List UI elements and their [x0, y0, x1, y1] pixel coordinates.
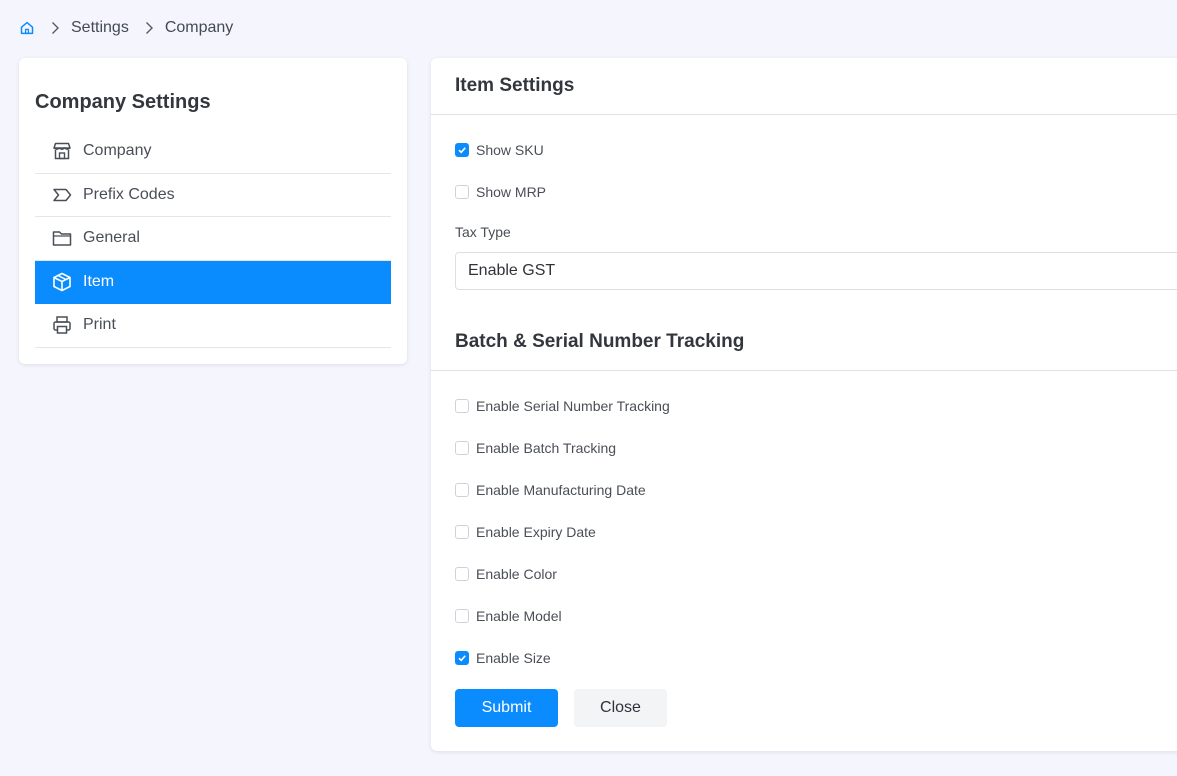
close-button[interactable]: Close	[574, 689, 667, 727]
checkbox-label: Enable Manufacturing Date	[476, 482, 646, 498]
checkbox-unchecked-icon[interactable]	[455, 441, 469, 455]
item-settings-panel: Item Settings Show SKU Show MRP Tax Type…	[431, 58, 1177, 751]
color-checkbox[interactable]: Enable Color	[455, 564, 557, 584]
tracking-title: Batch & Serial Number Tracking	[455, 331, 745, 352]
checkbox-label: Enable Model	[476, 608, 562, 624]
checkbox-label: Show MRP	[476, 184, 547, 200]
checkbox-checked-icon[interactable]	[455, 651, 469, 665]
divider	[431, 370, 1177, 371]
folder-icon	[51, 227, 73, 249]
tag-icon	[51, 184, 73, 206]
breadcrumb-company: Company	[164, 19, 234, 36]
checkbox-label: Enable Expiry Date	[476, 524, 596, 540]
breadcrumb-settings[interactable]: Settings	[71, 19, 129, 37]
checkbox-label: Show SKU	[476, 142, 544, 158]
sidebar-item-label: Item	[83, 272, 115, 290]
batch-tracking-checkbox[interactable]: Enable Batch Tracking	[455, 438, 616, 458]
settings-sidebar: Company Settings Company Prefix Codes Ge…	[19, 58, 407, 364]
tax-type-select[interactable]: Enable GST	[455, 252, 1177, 290]
tax-type-label: Tax Type	[455, 224, 511, 240]
size-checkbox[interactable]: Enable Size	[455, 648, 551, 668]
chevron-right-icon	[141, 20, 157, 36]
checkbox-unchecked-icon[interactable]	[455, 609, 469, 623]
checkbox-unchecked-icon[interactable]	[455, 483, 469, 497]
model-checkbox[interactable]: Enable Model	[455, 606, 562, 626]
checkbox-unchecked-icon[interactable]	[455, 567, 469, 581]
breadcrumb: Settings Company	[19, 17, 233, 39]
checkbox-checked-icon[interactable]	[455, 143, 469, 157]
sidebar-item-label: General	[83, 229, 140, 247]
sidebar-item-item[interactable]: Item	[35, 260, 391, 304]
submit-button[interactable]: Submit	[455, 689, 558, 727]
checkbox-unchecked-icon[interactable]	[455, 525, 469, 539]
store-icon	[51, 140, 73, 162]
sidebar-item-company[interactable]: Company	[35, 130, 391, 174]
checkbox-label: Enable Batch Tracking	[476, 440, 617, 456]
show-mrp-checkbox[interactable]: Show MRP	[455, 182, 546, 202]
checkbox-unchecked-icon[interactable]	[455, 399, 469, 413]
sidebar-item-general[interactable]: General	[35, 217, 391, 261]
sidebar-item-prefix-codes[interactable]: Prefix Codes	[35, 174, 391, 217]
sidebar-item-label: Prefix Codes	[83, 185, 175, 203]
sidebar-item-print[interactable]: Print	[35, 304, 391, 348]
sidebar-item-label: Print	[83, 316, 116, 334]
box-icon	[51, 271, 73, 293]
checkbox-label: Enable Color	[476, 566, 557, 582]
checkbox-unchecked-icon[interactable]	[455, 185, 469, 199]
item-settings-title: Item Settings	[455, 75, 575, 96]
chevron-right-icon	[47, 20, 63, 36]
manufacturing-date-checkbox[interactable]: Enable Manufacturing Date	[455, 480, 646, 500]
divider	[431, 114, 1177, 115]
expiry-date-checkbox[interactable]: Enable Expiry Date	[455, 522, 596, 542]
home-icon[interactable]	[19, 20, 35, 36]
checkbox-label: Enable Size	[476, 650, 551, 666]
checkbox-label: Enable Serial Number Tracking	[476, 398, 670, 414]
tax-type-value: Enable GST	[468, 262, 556, 279]
printer-icon	[51, 314, 73, 336]
sidebar-title: Company Settings	[35, 91, 211, 113]
show-sku-checkbox[interactable]: Show SKU	[455, 140, 544, 160]
sidebar-item-label: Company	[83, 142, 152, 160]
settings-menu: Company Prefix Codes General Item Print	[35, 130, 391, 348]
serial-number-tracking-checkbox[interactable]: Enable Serial Number Tracking	[455, 396, 670, 416]
